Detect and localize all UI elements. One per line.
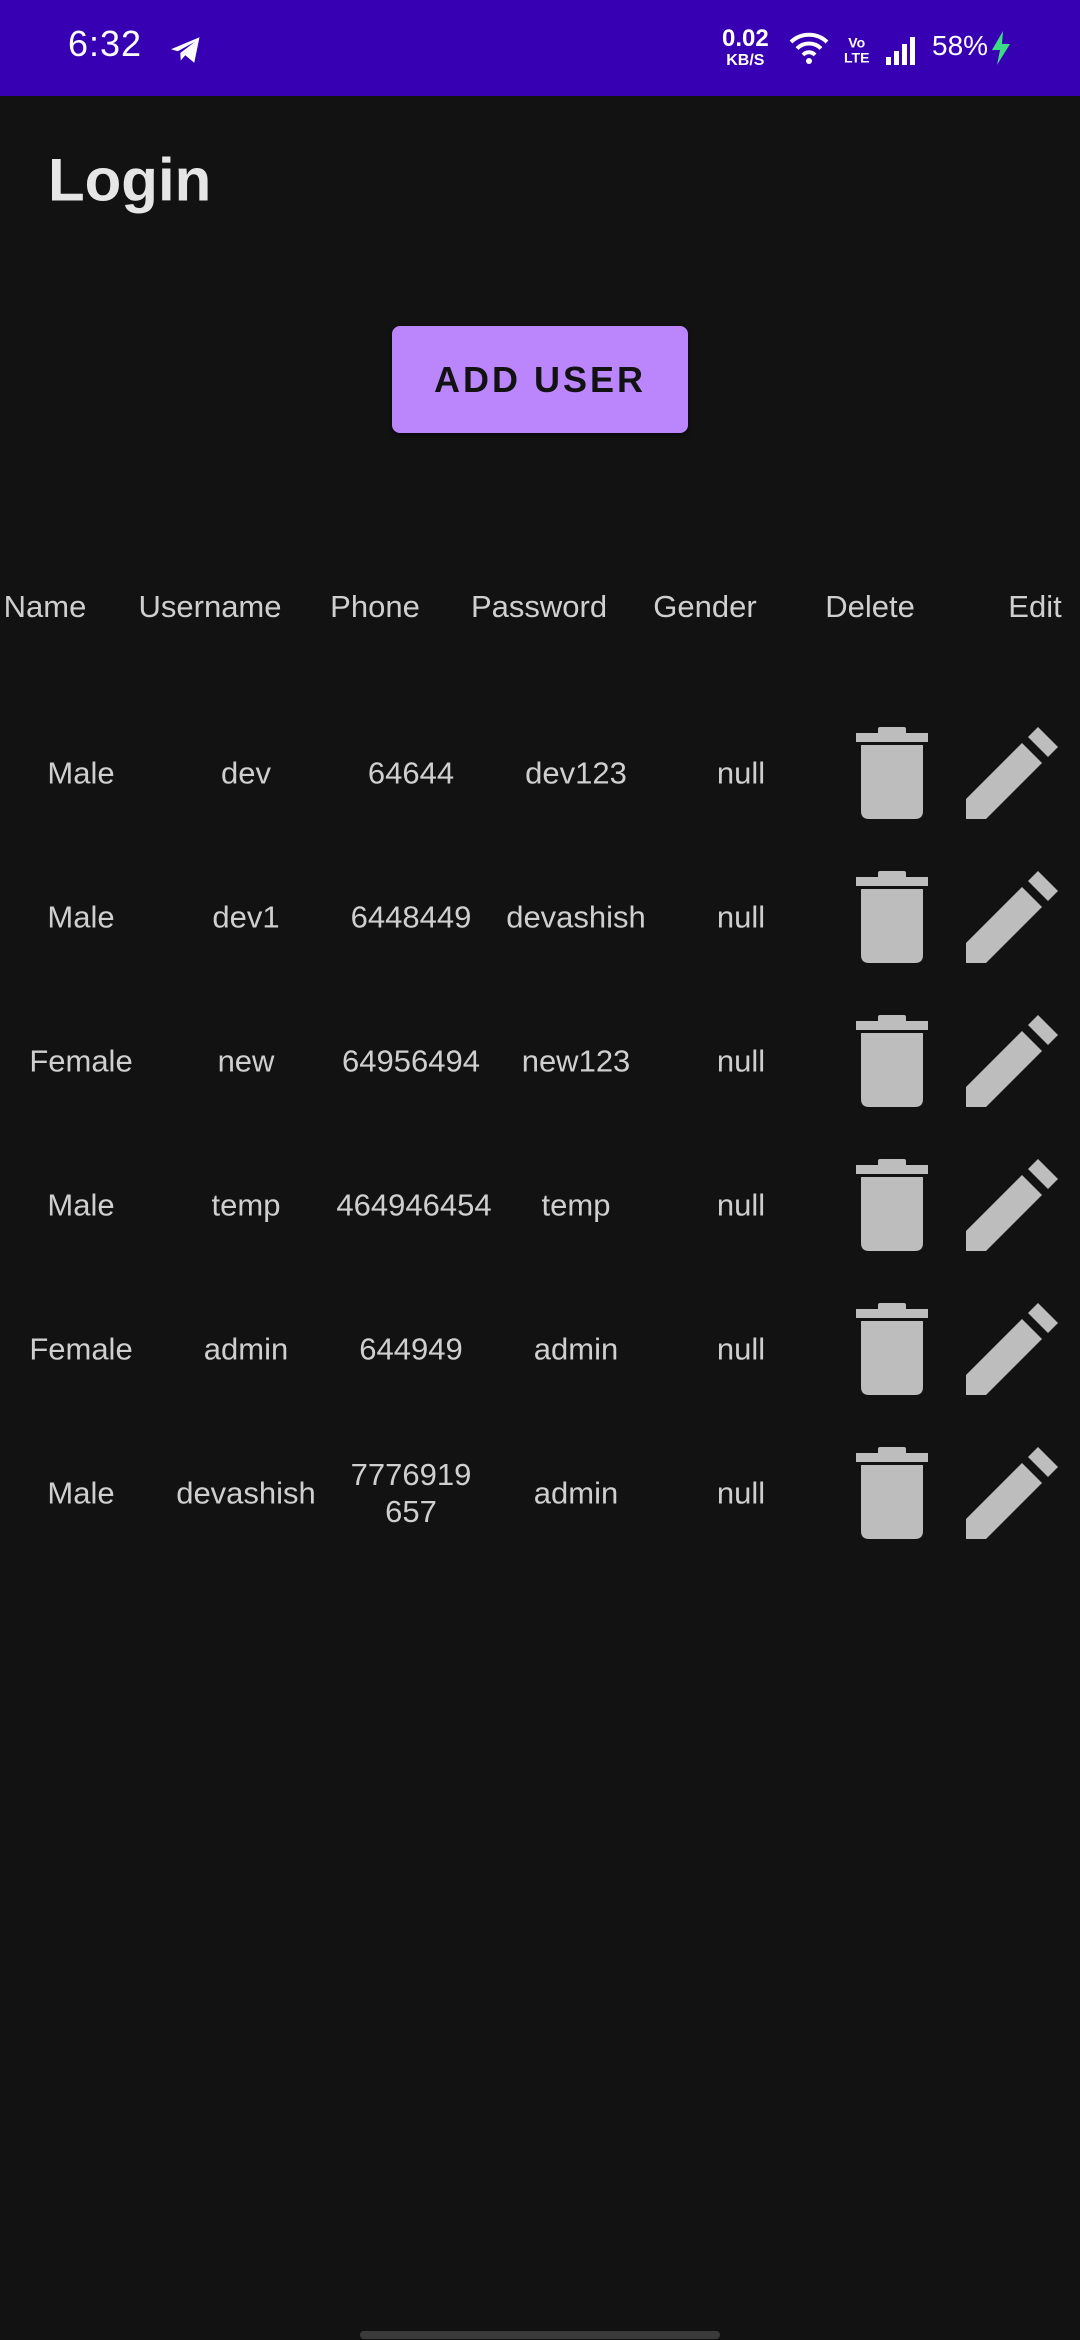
table-row: Male dev 64644 dev123 null: [0, 701, 1080, 845]
telegram-icon: [171, 37, 200, 63]
cell-password: dev123: [525, 755, 627, 791]
cell-gender: null: [716, 1331, 766, 1367]
cell-username: dev: [221, 755, 271, 791]
header-edit: Edit: [1008, 589, 1062, 624]
cell-name: Male: [47, 1187, 115, 1223]
delete-icon[interactable]: [856, 727, 928, 819]
network-speed: 0.02 KB/S: [722, 25, 769, 69]
cell-phone: 644949: [359, 1331, 463, 1367]
edit-icon[interactable]: [966, 1159, 1058, 1251]
table-row: Male dev1 6448449 devashish null: [0, 845, 1080, 989]
cell-username: devashish: [176, 1475, 316, 1511]
cell-password: new123: [521, 1043, 631, 1079]
page-title: Login: [48, 146, 212, 214]
delete-icon[interactable]: [856, 1159, 928, 1251]
cell-password: admin: [533, 1331, 619, 1367]
cell-name: Female: [29, 1043, 133, 1079]
cell-username: new: [217, 1043, 275, 1079]
header-password: Password: [470, 589, 608, 624]
cell-name: Male: [47, 1475, 115, 1511]
cell-gender: null: [716, 899, 766, 935]
cell-name: Male: [47, 899, 115, 935]
home-indicator[interactable]: [360, 2331, 720, 2339]
cell-name: Female: [29, 1331, 133, 1367]
delete-icon[interactable]: [856, 1303, 928, 1395]
cell-gender: null: [716, 1187, 766, 1223]
delete-icon[interactable]: [856, 1447, 928, 1539]
cell-username: admin: [203, 1331, 289, 1367]
edit-icon[interactable]: [966, 1015, 1058, 1107]
delete-icon[interactable]: [856, 871, 928, 963]
cell-gender: null: [716, 1475, 766, 1511]
header-delete: Delete: [825, 589, 915, 624]
table-row: Male temp 464946454 temp null: [0, 1133, 1080, 1277]
edit-icon[interactable]: [966, 1447, 1058, 1539]
table-row: Female new 64956494 new123 null: [0, 989, 1080, 1133]
cell-phone: 64644: [367, 755, 455, 791]
header-name: Name: [3, 589, 87, 624]
cell-username: dev1: [212, 899, 280, 935]
header-gender: Gender: [653, 589, 757, 624]
cell-password: temp: [541, 1187, 611, 1223]
header-phone: Phone: [330, 589, 420, 624]
cell-phone: 6448449: [350, 899, 472, 935]
cell-password: devashish: [506, 899, 646, 935]
status-time: 6:32: [68, 23, 143, 64]
battery-level: 58%: [932, 30, 989, 61]
cell-username: temp: [211, 1187, 281, 1223]
cell-phone: 7776919657: [350, 1456, 472, 1529]
edit-icon[interactable]: [966, 871, 1058, 963]
signal-icon: [886, 37, 915, 65]
volte-icon: Vo LTE: [844, 34, 870, 65]
cell-phone: 64956494: [342, 1043, 480, 1079]
add-user-button[interactable]: ADD USER: [392, 326, 688, 433]
header-username: Username: [138, 589, 282, 624]
edit-icon[interactable]: [966, 1303, 1058, 1395]
charging-bolt-icon: [992, 31, 1010, 65]
status-bar: 6:32 0.02 KB/S Vo LTE 58%: [0, 0, 1080, 96]
cell-gender: null: [716, 1043, 766, 1079]
delete-icon[interactable]: [856, 1015, 928, 1107]
cell-gender: null: [716, 755, 766, 791]
table-row: Male devashish 7776919657 admin null: [0, 1421, 1080, 1565]
cell-password: admin: [533, 1475, 619, 1511]
table-row: Female admin 644949 admin null: [0, 1277, 1080, 1421]
cell-phone: 464946454: [336, 1187, 492, 1223]
cell-name: Male: [47, 755, 115, 791]
wifi-icon: [789, 32, 829, 64]
edit-icon[interactable]: [966, 727, 1058, 819]
